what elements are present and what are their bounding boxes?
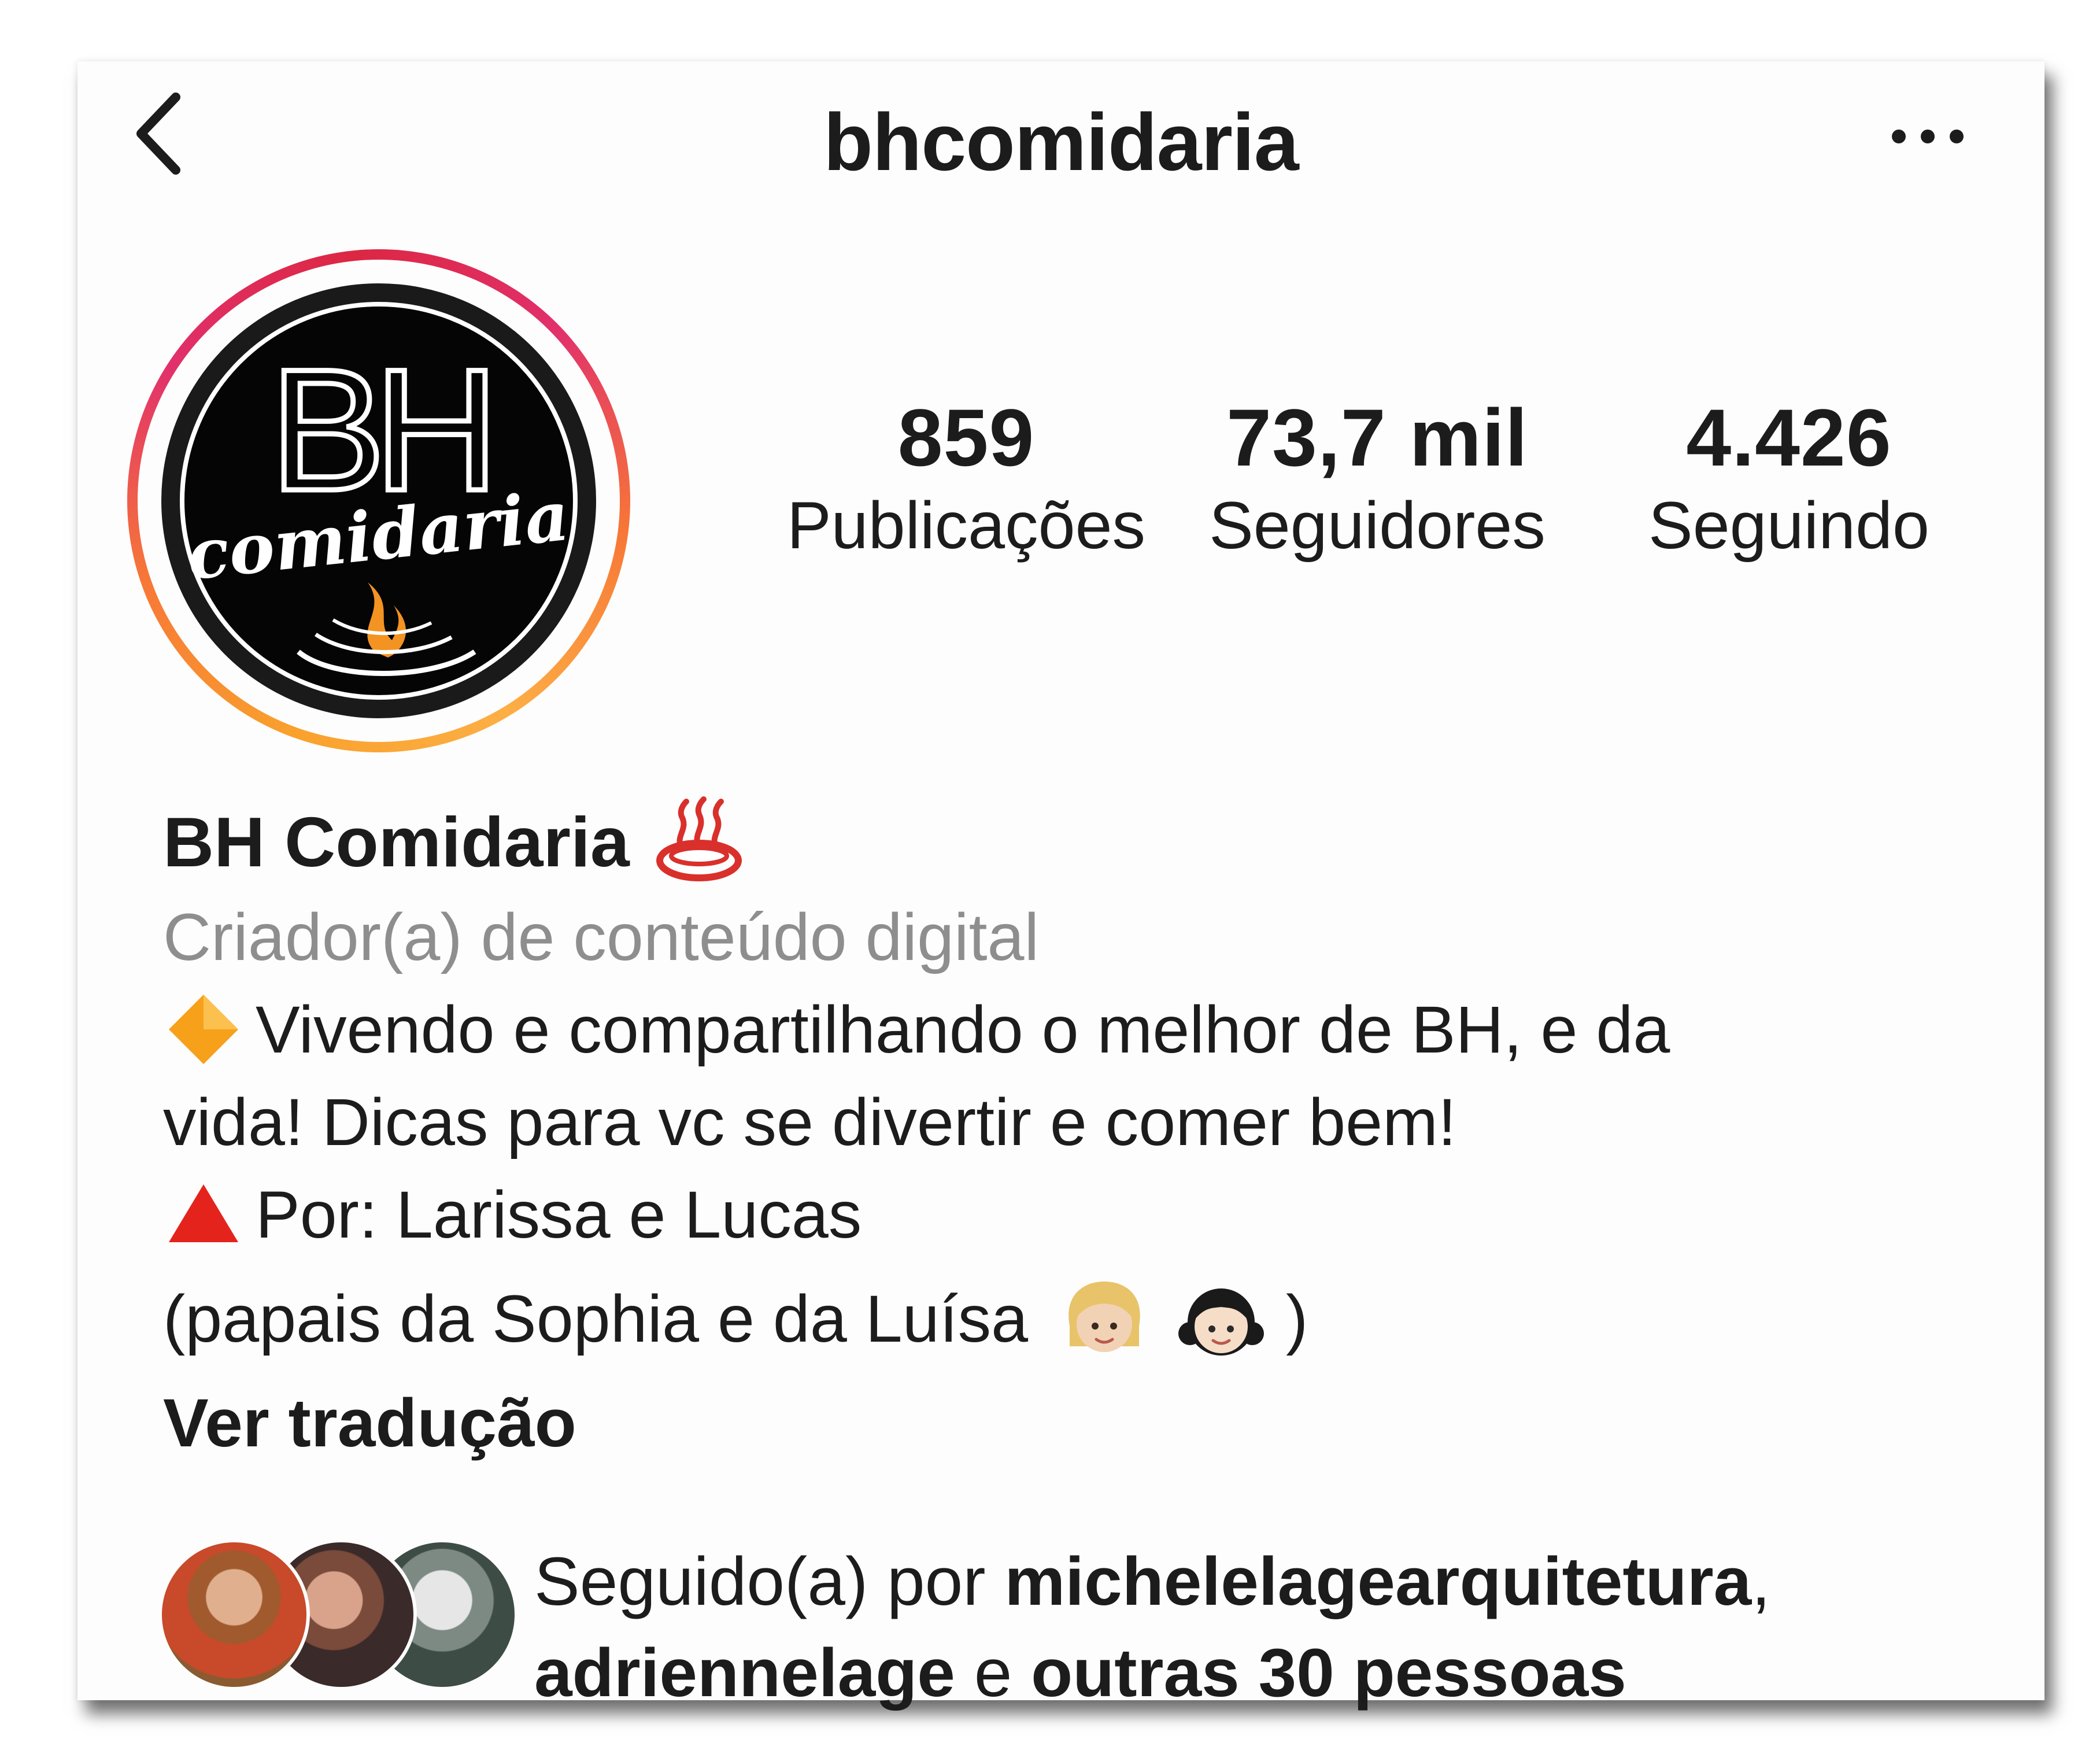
follower-link-user2[interactable]: adriennelage	[534, 1635, 955, 1711]
followers-label: Seguidores	[1209, 489, 1546, 563]
blonde-girl-icon	[1069, 1281, 1140, 1352]
posts-count: 859	[897, 392, 1035, 483]
dark-hair-girl-icon	[1178, 1288, 1265, 1356]
mutual-followers-avatars[interactable]	[158, 1539, 518, 1690]
hot-springs-icon	[656, 796, 742, 881]
profile-username: bhcomidaria	[823, 97, 1299, 187]
see-translation-link[interactable]: Ver tradução	[163, 1377, 576, 1469]
followers-count: 73,7 mil	[1226, 392, 1528, 483]
red-triangle-icon	[169, 1184, 238, 1242]
follower-link-user1[interactable]: michelelagearquitetura	[1004, 1543, 1751, 1620]
category-label: Criador(a) de conteúdo digital	[163, 900, 1040, 974]
bio-line-4: (papais da Sophia e da Luísa )	[163, 1273, 1308, 1365]
bio-line-1: Vivendo e compartilhando o melhor de BH,…	[163, 984, 1670, 1076]
other-followers-link[interactable]: outras 30 pessoas	[1031, 1635, 1626, 1711]
display-name-row: BH Comidaria	[163, 793, 745, 891]
following-label: Seguindo	[1648, 489, 1929, 563]
bio-line-3: Por: Larissa e Lucas	[163, 1169, 862, 1261]
stat-following[interactable]: 4.426 Seguindo	[1587, 390, 1991, 566]
following-count: 4.426	[1686, 392, 1892, 483]
followed-by-text: Seguido(a) por michelelagearquitetura, a…	[534, 1543, 1771, 1711]
display-name: BH Comidaria	[163, 803, 630, 881]
orange-diamond-icon	[169, 994, 238, 1064]
profile-card: bhcomidaria BH comidaria 859 Publicações…	[77, 61, 2044, 1711]
profile-avatar[interactable]: BH comidaria	[127, 249, 630, 752]
avatar	[158, 1539, 310, 1690]
bio-line-2: vida! Dicas para vc se divertir e comer …	[163, 1085, 1456, 1160]
posts-label: Publicações	[786, 489, 1146, 563]
more-horizontal-icon[interactable]	[1887, 125, 1968, 148]
stat-posts[interactable]: 859 Publicações	[764, 390, 1169, 566]
bh-comidaria-logo: BH comidaria	[161, 283, 596, 718]
stat-followers[interactable]: 73,7 mil Seguidores	[1175, 390, 1580, 566]
